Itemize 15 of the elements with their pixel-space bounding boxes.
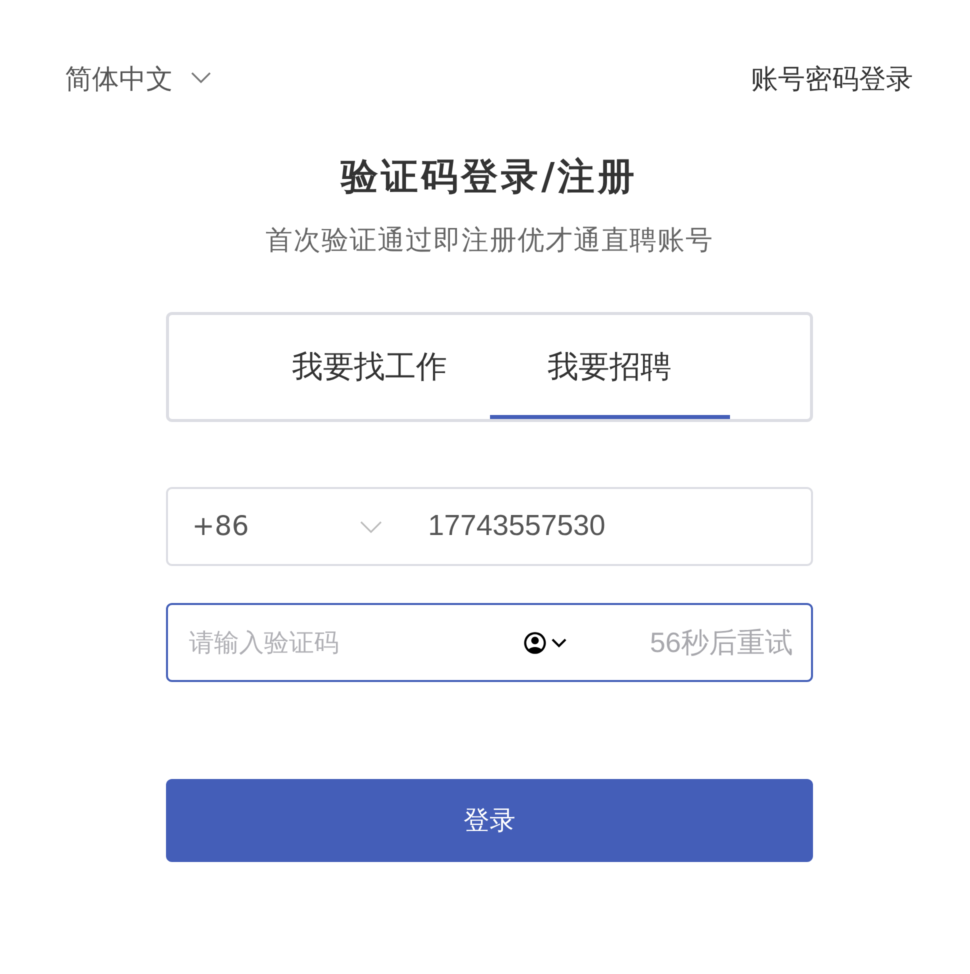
phone-field[interactable]: +86 17743557530 <box>166 487 813 566</box>
chevron-down-icon <box>360 520 382 532</box>
chevron-down-icon[interactable] <box>551 638 567 648</box>
password-login-link[interactable]: 账号密码登录 <box>751 60 913 100</box>
code-input[interactable]: 请输入验证码 <box>189 612 519 672</box>
role-tab[interactable]: 我要找工作 <box>250 315 490 419</box>
phone-number-input[interactable]: 17743557530 <box>404 496 811 556</box>
role-tab[interactable]: 我要招聘 <box>490 315 730 419</box>
chevron-down-icon <box>191 72 211 84</box>
page-subtitle: 首次验证通过即注册优才通直聘账号 <box>264 224 714 258</box>
login-button[interactable]: 登录 <box>166 779 813 862</box>
page-title: 验证码登录/注册 <box>339 154 639 200</box>
user-circle-icon[interactable] <box>523 630 547 654</box>
language-select[interactable]: 简体中文 <box>65 60 211 100</box>
country-code-select[interactable]: +86 <box>168 489 404 564</box>
